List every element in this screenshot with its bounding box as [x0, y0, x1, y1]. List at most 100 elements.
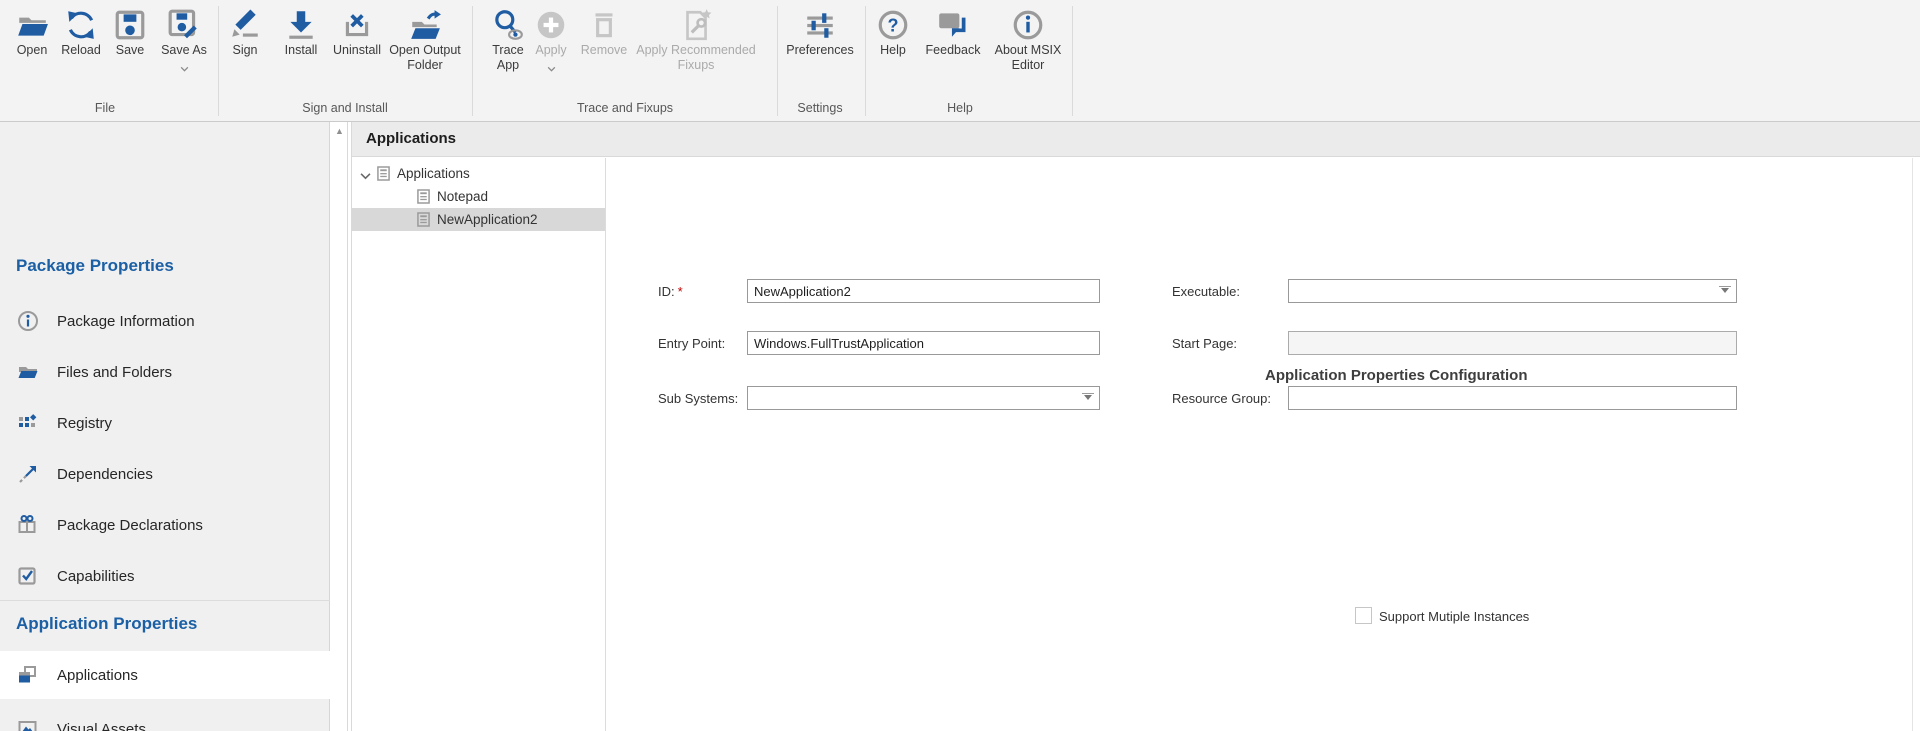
sidebar-heading-package-properties: Package Properties	[16, 256, 174, 276]
preferences-button[interactable]: Preferences	[778, 7, 862, 58]
chevron-down-icon[interactable]	[180, 59, 189, 77]
executable-label: Executable:	[1172, 284, 1240, 299]
document-icon	[377, 166, 390, 184]
ribbon-group-label: File	[95, 101, 115, 115]
ribbon-group-separator	[777, 6, 778, 116]
id-field[interactable]	[747, 279, 1100, 303]
sidebar: Package Properties Package Information Fil…	[0, 122, 330, 731]
sidebar-item-label: Visual Assets	[57, 721, 146, 731]
sidebar-item-applications[interactable]: Applications	[0, 651, 330, 699]
tree-item-notepad[interactable]: Notepad	[352, 185, 605, 208]
apply-button: Apply	[528, 7, 574, 77]
tree-item-applications[interactable]: Applications	[352, 162, 605, 185]
trace-app-icon	[491, 7, 525, 43]
help-button[interactable]: ?Help	[873, 7, 913, 58]
dropdown-arrow-icon[interactable]	[1721, 288, 1729, 293]
capabilities-icon	[17, 565, 39, 587]
feedback-button[interactable]: Feedback	[919, 7, 987, 58]
ribbon-button-label: Trace App	[484, 43, 532, 73]
chevron-down-icon[interactable]	[547, 59, 556, 77]
sidebar-item-label: Package Information	[57, 313, 195, 330]
reload-icon	[64, 7, 98, 43]
sidebar-item-registry[interactable]: Registry	[0, 403, 330, 443]
ribbon-group-separator	[218, 6, 219, 116]
dependencies-icon	[17, 463, 39, 485]
registry-icon	[17, 412, 39, 434]
id-label: ID:*	[658, 284, 683, 299]
sidebar-item-label: Applications	[57, 667, 138, 684]
sidebar-item-label: Registry	[57, 415, 112, 432]
trace-app-button[interactable]: Trace App	[484, 7, 532, 73]
open-button[interactable]: Open	[8, 7, 56, 58]
support-multiple-instances-checkbox[interactable]	[1355, 607, 1372, 624]
ribbon-group-label: Settings	[797, 101, 842, 115]
about-msix-editor-button[interactable]: About MSIX Editor	[982, 7, 1074, 73]
application-properties-form: Application Properties Configuration Sup…	[607, 158, 1920, 731]
support-multiple-instances-label: Support Mutiple Instances	[1379, 609, 1529, 624]
dropdown-arrow-icon[interactable]	[1084, 395, 1092, 400]
package-declarations-icon	[17, 514, 39, 536]
required-asterisk: *	[678, 284, 683, 299]
ribbon-group-label: Help	[947, 101, 973, 115]
ribbon-group-separator	[1072, 6, 1073, 116]
reload-button[interactable]: Reload	[55, 7, 107, 58]
sidebar-scrollbar[interactable]: ▲	[331, 122, 348, 731]
content-header-title: Applications	[366, 122, 1920, 156]
chevron-down-icon[interactable]	[360, 168, 371, 183]
save-button[interactable]: Save	[108, 7, 152, 58]
window-right-border	[1912, 158, 1913, 731]
resource-group-label: Resource Group:	[1172, 391, 1271, 406]
sidebar-item-visual-assets[interactable]: Visual Assets	[0, 709, 330, 731]
ribbon-button-label: Open Output Folder	[379, 43, 471, 73]
sub-systems-select[interactable]	[747, 386, 1100, 410]
feedback-bubble-icon	[936, 7, 970, 43]
ribbon-button-label: Apply Recommended Fixups	[617, 43, 775, 73]
tree-item-newapplication2[interactable]: NewApplication2	[352, 208, 605, 231]
sidebar-item-dependencies[interactable]: Dependencies	[0, 454, 330, 494]
install-button[interactable]: Install	[275, 7, 327, 58]
content-header: Applications	[352, 122, 1920, 157]
sidebar-item-label: Files and Folders	[57, 364, 172, 381]
sidebar-item-files-and-folders[interactable]: Files and Folders	[0, 352, 330, 392]
remove-trash-icon	[587, 7, 621, 43]
sidebar-divider	[0, 600, 330, 601]
form-title: Application Properties Configuration	[1265, 367, 1528, 384]
start-page-label: Start Page:	[1172, 336, 1237, 351]
ribbon-button-label: Save As	[161, 43, 207, 58]
sidebar-item-package-information[interactable]: Package Information	[0, 301, 330, 341]
tree-item-label: Applications	[397, 166, 470, 181]
open-output-folder-button[interactable]: Open Output Folder	[379, 7, 471, 73]
resource-group-field[interactable]	[1288, 386, 1737, 410]
ribbon-button-label: About MSIX Editor	[982, 43, 1074, 73]
ribbon-button-label: Install	[285, 43, 318, 58]
sign-button[interactable]: Sign	[223, 7, 267, 58]
entry-point-field[interactable]	[747, 331, 1100, 355]
apply-recommended-fixups-button: Apply Recommended Fixups	[617, 7, 775, 73]
applications-tree-panel: Applications Notepad NewApplication2	[352, 158, 606, 731]
sidebar-heading-application-properties: Application Properties	[16, 614, 197, 634]
ribbon-group-separator	[865, 6, 866, 116]
ribbon-group-separator	[472, 6, 473, 116]
preferences-sliders-icon	[803, 7, 837, 43]
package-info-icon	[17, 310, 39, 332]
fixups-doc-icon	[679, 7, 713, 43]
document-icon	[417, 189, 430, 207]
sidebar-item-capabilities[interactable]: Capabilities	[0, 556, 330, 596]
applications-icon	[17, 664, 39, 686]
files-folders-icon	[17, 361, 39, 383]
entry-point-label: Entry Point:	[658, 336, 725, 351]
save-icon	[113, 7, 147, 43]
save-as-icon	[167, 7, 201, 43]
tree-item-label: NewApplication2	[437, 212, 538, 227]
executable-select[interactable]	[1288, 279, 1737, 303]
scrollbar-up-arrow-icon[interactable]: ▲	[331, 126, 348, 136]
open-folder-icon	[15, 7, 49, 43]
ribbon-button-label: Feedback	[926, 43, 981, 58]
install-arrow-icon	[284, 7, 318, 43]
apply-plus-icon	[534, 7, 568, 43]
sidebar-item-package-declarations[interactable]: Package Declarations	[0, 505, 330, 545]
dropdown-arrow-bar	[1719, 286, 1731, 287]
ribbon-toolbar: OpenReloadSaveSave AsSignInstallUninstal…	[0, 0, 1920, 122]
save-as-button[interactable]: Save As	[154, 7, 214, 77]
uninstall-icon	[340, 7, 374, 43]
